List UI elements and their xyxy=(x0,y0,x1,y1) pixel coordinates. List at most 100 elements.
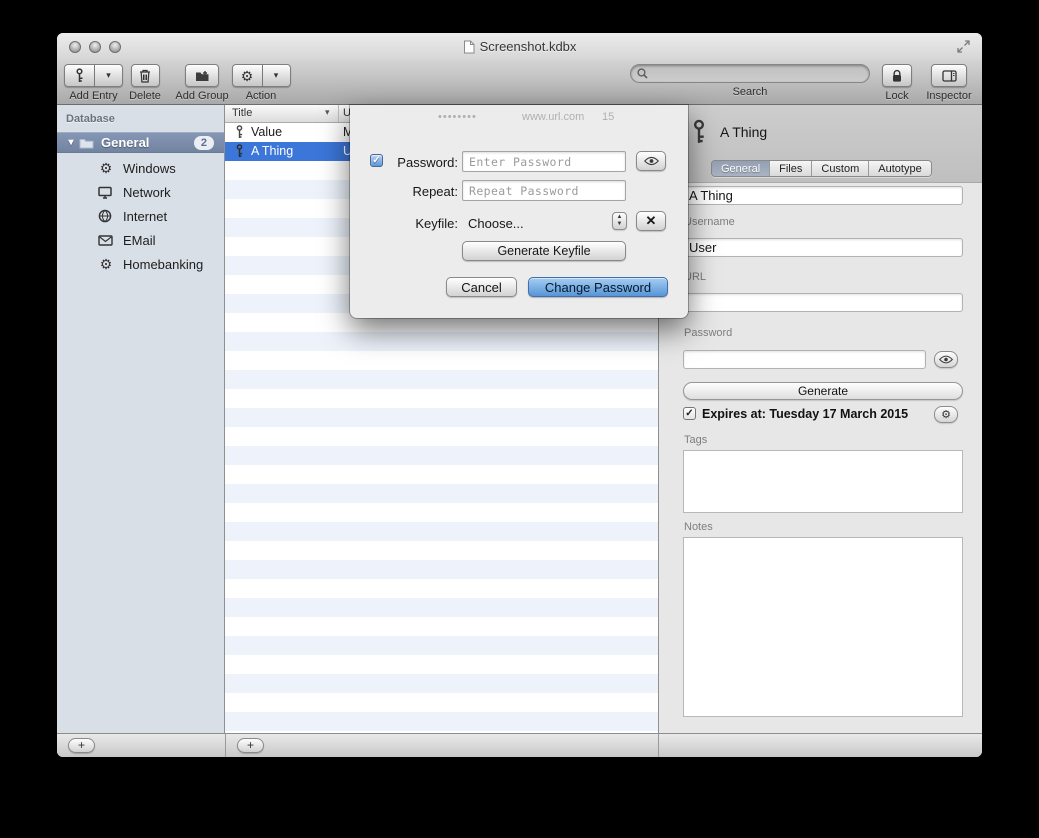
keyfile-clear-button[interactable]: ✕ xyxy=(636,211,666,231)
inspector-panel-icon xyxy=(942,70,957,82)
expires-settings-button[interactable]: ⚙ xyxy=(934,406,958,423)
sidebar-group-general[interactable]: ▾ General 2 xyxy=(57,132,224,153)
add-entry-label: Add Entry xyxy=(69,90,117,102)
window-title: Screenshot.kdbx xyxy=(480,39,577,54)
search-icon xyxy=(637,68,648,79)
tab-autotype[interactable]: Autotype xyxy=(868,161,930,176)
notes-textarea[interactable] xyxy=(683,537,963,717)
title-field[interactable] xyxy=(683,186,963,205)
expires-checkbox[interactable]: ✓ xyxy=(683,407,696,420)
sheet-password-input[interactable] xyxy=(462,151,626,172)
search-label: Search xyxy=(733,86,768,98)
sheet-reveal-password-button[interactable] xyxy=(636,151,666,171)
url-field[interactable] xyxy=(683,293,963,312)
change-password-sheet: •••••••• www.url.com 15 ✓ Password: Repe… xyxy=(350,105,688,318)
add-entry-plus-button[interactable]: + xyxy=(237,738,264,753)
fullscreen-icon[interactable] xyxy=(957,40,970,53)
action-label: Action xyxy=(246,90,277,102)
sheet-keyfile-label: Keyfile: xyxy=(380,216,458,231)
ghost-password-dots: •••••••• xyxy=(438,111,477,123)
disclosure-triangle-icon[interactable]: ▾ xyxy=(63,137,79,148)
sidebar-item-label: Windows xyxy=(123,161,176,176)
key-icon xyxy=(234,125,245,139)
titlebar: Screenshot.kdbx xyxy=(57,33,982,60)
add-entry-dropdown[interactable]: ▾ xyxy=(95,64,123,87)
inspector-label: Inspector xyxy=(926,90,971,102)
entry-title: A Thing xyxy=(251,144,293,158)
sidebar-header: Database xyxy=(66,113,115,125)
stepper-up-icon: ▲ xyxy=(617,214,623,221)
ghost-table-row: •••••••• www.url.com 15 xyxy=(350,111,688,125)
sidebar-item-label: Network xyxy=(123,185,171,200)
sidebar-item-homebanking[interactable]: ⚙ Homebanking xyxy=(57,252,224,276)
change-password-button[interactable]: Change Password xyxy=(528,277,668,297)
inspector-button[interactable] xyxy=(931,64,967,87)
username-field[interactable] xyxy=(683,238,963,257)
tab-custom[interactable]: Custom xyxy=(811,161,868,176)
globe-icon xyxy=(98,209,114,223)
sort-indicator-icon: ▾ xyxy=(325,107,330,118)
app-window: Screenshot.kdbx ▾ Add Entry xyxy=(57,33,982,757)
keyfile-popup-stepper[interactable]: ▲ ▼ xyxy=(612,212,627,230)
add-entry-button[interactable] xyxy=(64,64,95,87)
sidebar-item-email[interactable]: EMail xyxy=(57,228,224,252)
entry-title: Value xyxy=(251,125,282,139)
bottom-bar: + + xyxy=(57,733,982,757)
cancel-button[interactable]: Cancel xyxy=(446,277,517,297)
action-dropdown[interactable]: ▾ xyxy=(263,64,291,87)
keyfile-popup[interactable]: Choose... xyxy=(468,216,524,231)
delete-label: Delete xyxy=(129,90,161,102)
inspector-entry-title: A Thing xyxy=(720,124,767,140)
search-field[interactable] xyxy=(630,64,870,83)
tags-textarea[interactable] xyxy=(683,450,963,513)
lock-button[interactable] xyxy=(882,64,912,87)
ghost-url: www.url.com xyxy=(522,111,584,123)
close-icon: ✕ xyxy=(646,213,657,229)
column-header-title[interactable]: Title xyxy=(232,107,252,119)
sheet-repeat-label: Repeat: xyxy=(380,184,458,199)
notes-label: Notes xyxy=(684,521,713,533)
sidebar-item-label: Homebanking xyxy=(123,257,203,272)
inspector-header: A Thing General Files Custom Autotype xyxy=(659,105,982,183)
add-group-button[interactable] xyxy=(185,64,219,87)
group-count-badge: 2 xyxy=(194,136,214,150)
password-label: Password xyxy=(684,327,732,339)
envelope-icon xyxy=(98,235,114,246)
reveal-password-button[interactable] xyxy=(934,351,958,368)
generate-button[interactable]: Generate xyxy=(683,382,963,400)
monitor-icon xyxy=(98,186,114,199)
inspector-tabs: General Files Custom Autotype xyxy=(711,160,932,177)
gear-icon: ⚙ xyxy=(98,257,114,271)
inspector-panel: A Thing General Files Custom Autotype Us… xyxy=(658,105,982,733)
ghost-extra: 15 xyxy=(602,111,614,123)
eye-icon xyxy=(644,156,659,166)
generate-keyfile-button[interactable]: Generate Keyfile xyxy=(462,241,626,261)
gear-icon: ⚙ xyxy=(941,408,951,421)
search-input[interactable] xyxy=(652,67,863,81)
sidebar-item-label: EMail xyxy=(123,233,156,248)
gear-icon: ⚙ xyxy=(98,161,114,175)
sidebar-item-windows[interactable]: ⚙ Windows xyxy=(57,156,224,180)
sidebar: Database ▾ General 2 ⚙ Windows Network xyxy=(57,105,225,733)
username-label: Username xyxy=(684,216,735,228)
sidebar-item-internet[interactable]: Internet xyxy=(57,204,224,228)
tab-files[interactable]: Files xyxy=(769,161,811,176)
eye-icon xyxy=(939,355,953,364)
key-icon xyxy=(234,144,245,158)
add-group-plus-button[interactable]: + xyxy=(68,738,95,753)
folder-plus-icon xyxy=(195,70,210,82)
password-field[interactable] xyxy=(683,350,926,369)
tab-general[interactable]: General xyxy=(712,161,769,176)
sidebar-group-label: General xyxy=(101,135,149,150)
action-button[interactable]: ⚙ xyxy=(232,64,263,87)
tags-label: Tags xyxy=(684,434,707,446)
sheet-password-label: Password: xyxy=(380,155,458,170)
sheet-repeat-input[interactable] xyxy=(462,180,626,201)
trash-icon xyxy=(139,69,151,83)
key-icon xyxy=(73,68,86,83)
stepper-down-icon: ▼ xyxy=(617,221,623,228)
add-group-label: Add Group xyxy=(175,90,228,102)
delete-button[interactable] xyxy=(131,64,160,87)
sidebar-item-network[interactable]: Network xyxy=(57,180,224,204)
folder-icon xyxy=(79,137,94,149)
